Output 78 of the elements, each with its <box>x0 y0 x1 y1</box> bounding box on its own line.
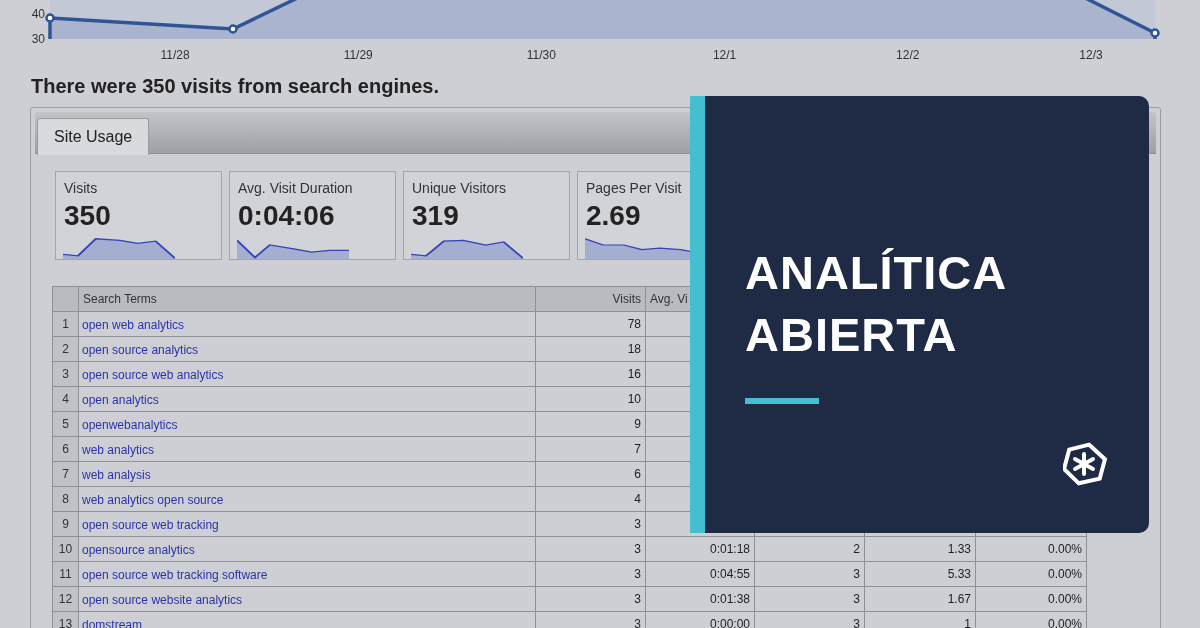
table-cell: 5.33 <box>865 562 976 586</box>
table-cell: 0.00% <box>976 537 1087 561</box>
table-cell: 1 <box>865 612 976 628</box>
table-cell: 9 <box>536 412 646 436</box>
table-cell: 0.00% <box>976 587 1087 611</box>
metric-value: 0:04:06 <box>238 199 336 233</box>
search-term-link[interactable]: web analytics <box>82 443 155 457</box>
table-cell: 3 <box>536 587 646 611</box>
table-cell: 6 <box>536 462 646 486</box>
metric-label: Visits <box>64 179 99 197</box>
x-axis-label: 11/30 <box>526 48 556 62</box>
row-number: 8 <box>53 487 79 511</box>
search-term-link[interactable]: open analytics <box>82 393 159 407</box>
table-cell: 4 <box>536 487 646 511</box>
table-cell: 0:01:18 <box>646 537 755 561</box>
search-term-link[interactable]: open source web tracking <box>82 518 219 532</box>
table-cell: 2 <box>755 537 865 561</box>
card-title: ANALÍTICA <box>745 245 1008 301</box>
tab[interactable]: Site Usage <box>37 118 150 155</box>
search-term-link[interactable]: open web analytics <box>82 318 185 332</box>
table-cell: 3 <box>536 537 646 561</box>
row-number: 11 <box>53 562 79 586</box>
table-cell: 3 <box>755 587 865 611</box>
row-number: 9 <box>53 512 79 536</box>
hexagon-asterisk-icon <box>1063 441 1109 487</box>
table-cell: 78 <box>536 312 646 336</box>
table-cell: 3 <box>536 612 646 628</box>
table-cell: 18 <box>536 337 646 361</box>
row-number: 4 <box>53 387 79 411</box>
x-axis-label: 12/3 <box>1079 48 1103 62</box>
table-cell: 3 <box>755 562 865 586</box>
metric-label: Avg. Visit Duration <box>238 179 354 197</box>
row-number: 13 <box>53 612 79 628</box>
y-axis-label: 30 <box>31 32 45 46</box>
table-cell: 16 <box>536 362 646 386</box>
x-axis-label: 11/28 <box>160 48 190 62</box>
search-term-link[interactable]: open source analytics <box>82 343 199 357</box>
table-cell: 7 <box>536 437 646 461</box>
table-cell: 3 <box>536 562 646 586</box>
x-axis-label: 12/1 <box>712 48 737 62</box>
search-term-link[interactable]: openwebanalytics <box>82 418 178 432</box>
table-cell: 3 <box>536 512 646 536</box>
card-title: ABIERTA <box>745 307 958 363</box>
search-term-link[interactable]: web analysis <box>82 468 151 482</box>
table-cell: 0.00% <box>976 562 1087 586</box>
table-cell: 0:00:00 <box>646 612 755 628</box>
row-number: 5 <box>53 412 79 436</box>
column-header[interactable]: Search Terms <box>83 287 157 311</box>
metric-value: 2.69 <box>586 199 642 233</box>
table-cell: 3 <box>755 612 865 628</box>
row-number: 12 <box>53 587 79 611</box>
metric-label: Unique Visitors <box>412 179 507 197</box>
search-term-link[interactable]: web analytics open source <box>82 493 224 507</box>
x-axis-label: 12/2 <box>896 48 920 62</box>
search-term-link[interactable]: open source web tracking software <box>82 568 268 582</box>
search-term-link[interactable]: open source web analytics <box>82 368 224 382</box>
metric-label: Pages Per Visit <box>586 179 683 197</box>
x-axis-label: 11/29 <box>343 48 373 62</box>
column-header[interactable]: Visits <box>612 287 641 311</box>
table-cell: 10 <box>536 387 646 411</box>
row-number: 3 <box>53 362 79 386</box>
summary-heading: There were 350 visits from search engines. <box>31 74 439 98</box>
row-number: 2 <box>53 337 79 361</box>
row-number: 7 <box>53 462 79 486</box>
row-number: 10 <box>53 537 79 561</box>
table-cell: 0:01:38 <box>646 587 755 611</box>
column-header[interactable]: Avg. Vi <box>650 287 688 311</box>
table-cell: 1.33 <box>865 537 976 561</box>
search-term-link[interactable]: opensource analytics <box>82 543 195 557</box>
table-cell: 1.67 <box>865 587 976 611</box>
y-axis-label: 40 <box>31 7 45 21</box>
row-number: 6 <box>53 437 79 461</box>
table-cell: 0.00% <box>976 612 1087 628</box>
table-cell: 0:04:55 <box>646 562 755 586</box>
metric-value: 350 <box>64 199 112 233</box>
search-term-link[interactable]: open source website analytics <box>82 593 243 607</box>
row-number: 1 <box>53 312 79 336</box>
metric-value: 319 <box>412 199 460 233</box>
